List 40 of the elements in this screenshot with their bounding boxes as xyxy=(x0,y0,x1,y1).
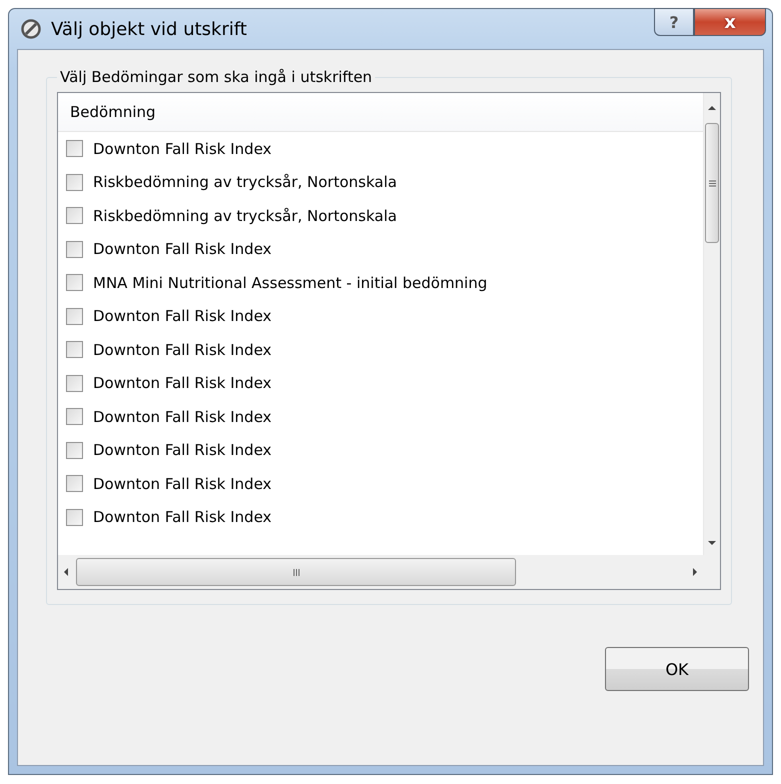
checkbox[interactable] xyxy=(66,374,83,392)
close-button[interactable]: x xyxy=(694,8,766,36)
checkbox[interactable] xyxy=(66,207,83,224)
item-label: Downton Fall Risk Index xyxy=(93,474,272,493)
checkbox[interactable] xyxy=(66,308,83,325)
item-label: Downton Fall Risk Index xyxy=(93,340,272,359)
item-label: Downton Fall Risk Index xyxy=(93,441,272,460)
left-arrow-icon[interactable] xyxy=(62,568,70,576)
right-arrow-icon[interactable] xyxy=(691,568,699,576)
group-legend: Välj Bedömingar som ska ingå i utskriften xyxy=(57,68,376,86)
checkbox[interactable] xyxy=(66,274,83,292)
item-label: Riskbedömning av trycksår, Nortonskala xyxy=(93,206,397,225)
grip-icon xyxy=(292,568,300,576)
scroll-thumb[interactable] xyxy=(705,123,719,243)
checkbox[interactable] xyxy=(66,174,83,191)
checkbox[interactable] xyxy=(66,475,83,492)
checkbox[interactable] xyxy=(66,408,83,426)
help-button[interactable]: ? xyxy=(654,8,694,36)
item-label: Downton Fall Risk Index xyxy=(93,140,272,158)
grip-icon xyxy=(708,180,716,186)
item-label: Downton Fall Risk Index xyxy=(93,240,272,258)
horizontal-scrollbar[interactable] xyxy=(58,555,703,589)
checkbox[interactable] xyxy=(66,341,83,358)
scroll-thumb[interactable] xyxy=(76,558,516,586)
item-label: Downton Fall Risk Index xyxy=(93,307,272,326)
down-arrow-icon[interactable] xyxy=(708,539,716,547)
window-title: Välj objekt vid utskrift xyxy=(51,18,247,40)
item-label: Downton Fall Risk Index xyxy=(93,408,272,426)
checkbox[interactable] xyxy=(66,442,83,459)
ok-button[interactable]: OK xyxy=(605,647,749,691)
up-arrow-icon[interactable] xyxy=(708,104,716,112)
checkbox[interactable] xyxy=(66,140,83,158)
item-label: MNA Mini Nutritional Assessment - initial bedömning xyxy=(93,274,488,292)
item-label: Downton Fall Risk Index xyxy=(93,374,272,392)
vertical-scrollbar[interactable] xyxy=(703,93,720,555)
item-label: Riskbedömning av trycksår, Nortonskala xyxy=(93,173,397,192)
prohibited-icon xyxy=(21,19,41,39)
checkbox[interactable] xyxy=(66,240,83,258)
checkbox[interactable] xyxy=(66,508,83,526)
item-label: Downton Fall Risk Index xyxy=(93,508,272,526)
